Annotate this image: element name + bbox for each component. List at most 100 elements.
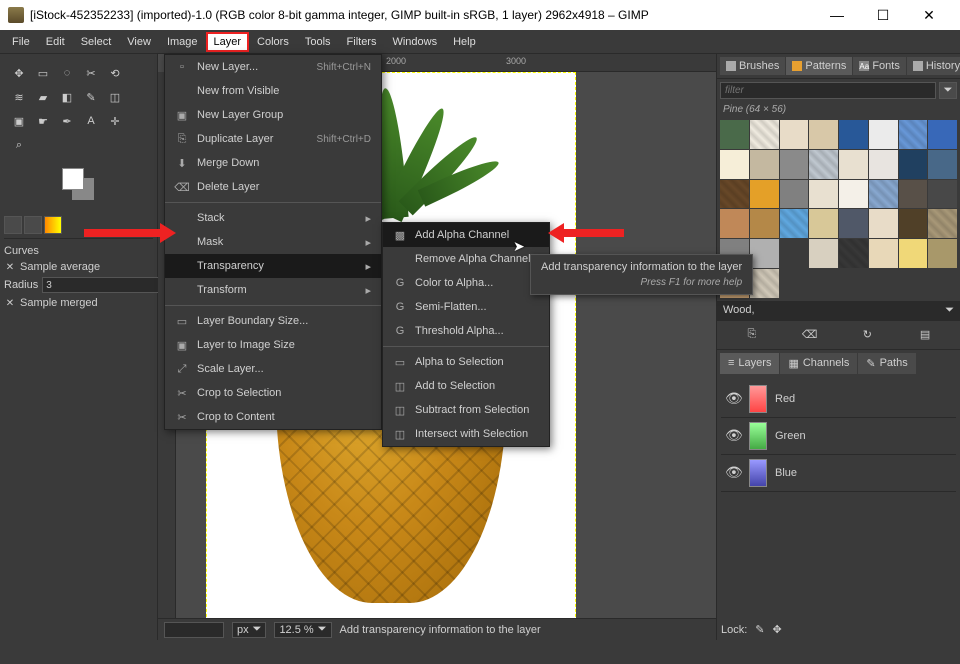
tab-fonts[interactable]: AaFonts — [853, 57, 906, 75]
pattern-swatch[interactable] — [899, 209, 928, 238]
tool-pencil[interactable]: ✎ — [80, 86, 102, 108]
menu-add-to-selection[interactable]: ◫Add to Selection — [383, 374, 549, 398]
refresh-icon[interactable]: ↻ — [857, 327, 877, 343]
menu-file[interactable]: File — [4, 32, 38, 52]
menu-image[interactable]: Image — [159, 32, 206, 52]
menu-subtract-from-selection[interactable]: ◫Subtract from Selection — [383, 398, 549, 422]
pattern-swatch[interactable] — [780, 239, 809, 268]
pattern-swatch[interactable] — [869, 209, 898, 238]
pattern-swatch[interactable] — [809, 209, 838, 238]
tool-crop[interactable]: ✂ — [80, 62, 102, 84]
pattern-swatch[interactable] — [750, 180, 779, 209]
delete-icon[interactable]: ⌫ — [800, 327, 820, 343]
pattern-swatch[interactable] — [809, 150, 838, 179]
pattern-swatch[interactable] — [899, 180, 928, 209]
menu-to-image[interactable]: ▣Layer to Image Size — [165, 333, 381, 357]
pattern-swatch[interactable] — [809, 180, 838, 209]
duplicate-icon[interactable]: ⎘ — [742, 327, 762, 343]
pattern-swatch[interactable] — [720, 209, 749, 238]
pattern-swatch[interactable] — [720, 120, 749, 149]
tool-move[interactable]: ✥ — [8, 62, 30, 84]
visibility-icon[interactable]: 👁 — [725, 464, 741, 481]
sample-merged-check[interactable]: ✕Sample merged — [4, 297, 153, 309]
pattern-swatch[interactable] — [780, 150, 809, 179]
pattern-swatch[interactable] — [839, 239, 868, 268]
pattern-swatch[interactable] — [780, 120, 809, 149]
menu-windows[interactable]: Windows — [384, 32, 445, 52]
tool-zoom[interactable]: ⌕ — [8, 134, 30, 156]
pattern-swatch[interactable] — [839, 180, 868, 209]
tool-gradient[interactable]: ◧ — [56, 86, 78, 108]
pattern-swatch[interactable] — [899, 150, 928, 179]
menu-help[interactable]: Help — [445, 32, 484, 52]
pattern-swatch[interactable] — [839, 120, 868, 149]
pattern-swatch[interactable] — [780, 180, 809, 209]
pattern-swatch[interactable] — [899, 120, 928, 149]
menu-color-to-alpha[interactable]: GColor to Alpha... — [383, 271, 549, 295]
unit-select[interactable]: px ⏷ — [232, 622, 266, 638]
tool-path[interactable]: ✒ — [56, 110, 78, 132]
pattern-swatch[interactable] — [928, 150, 957, 179]
menu-colors[interactable]: Colors — [249, 32, 297, 52]
color-swatches[interactable] — [54, 168, 104, 208]
menu-view[interactable]: View — [119, 32, 159, 52]
pattern-swatch[interactable] — [750, 239, 779, 268]
menu-new-from-visible[interactable]: New from Visible — [165, 79, 381, 103]
zoom-select[interactable]: 12.5 % ⏷ — [274, 622, 331, 638]
menu-filters[interactable]: Filters — [339, 32, 385, 52]
menu-alpha-to-selection[interactable]: ▭Alpha to Selection — [383, 350, 549, 374]
lock-pixels-icon[interactable]: ✎ — [755, 623, 764, 636]
filter-dropdown[interactable]: ⏷ — [939, 82, 957, 99]
pattern-swatch[interactable] — [928, 209, 957, 238]
menu-duplicate[interactable]: ⎘Duplicate LayerShift+Ctrl+D — [165, 127, 381, 151]
close-button[interactable]: ✕ — [906, 0, 952, 30]
pattern-swatch[interactable] — [750, 150, 779, 179]
pattern-swatch[interactable] — [780, 209, 809, 238]
tool-opt-tab[interactable] — [4, 216, 22, 234]
tool-rect-select[interactable]: ▭ — [32, 62, 54, 84]
menu-crop-content[interactable]: ✂Crop to Content — [165, 405, 381, 429]
tab-history[interactable]: History — [907, 57, 960, 75]
menu-tools[interactable]: Tools — [297, 32, 339, 52]
pattern-swatch[interactable] — [720, 180, 749, 209]
tool-rotate[interactable]: ⟲ — [104, 62, 126, 84]
menu-new-layer[interactable]: ▫New Layer...Shift+Ctrl+N — [165, 55, 381, 79]
tab-paths[interactable]: ✎Paths — [858, 353, 915, 374]
tool-warp[interactable]: ≋ — [8, 86, 30, 108]
pattern-swatch[interactable] — [750, 120, 779, 149]
menu-scale[interactable]: ⤢Scale Layer... — [165, 357, 381, 381]
pattern-swatch[interactable] — [869, 120, 898, 149]
tool-eraser[interactable]: ◫ — [104, 86, 126, 108]
visibility-icon[interactable]: 👁 — [725, 390, 741, 407]
pattern-swatch[interactable] — [809, 239, 838, 268]
pattern-swatch[interactable] — [869, 239, 898, 268]
tool-bucket[interactable]: ▰ — [32, 86, 54, 108]
tool-free-select[interactable]: ◌ — [56, 62, 78, 84]
pattern-swatch[interactable] — [750, 209, 779, 238]
pattern-swatch[interactable] — [750, 269, 779, 298]
tab-layers[interactable]: ≡Layers — [720, 353, 779, 374]
pattern-swatch[interactable] — [839, 209, 868, 238]
menu-layer[interactable]: Layer — [206, 32, 250, 52]
minimize-button[interactable]: — — [814, 0, 860, 30]
menu-stack[interactable]: Stack▸ — [165, 206, 381, 230]
layer-row[interactable]: 👁Red — [721, 381, 956, 418]
lock-position-icon[interactable]: ✥ — [773, 623, 782, 636]
tool-text[interactable]: A — [80, 110, 102, 132]
menu-new-group[interactable]: ▣New Layer Group — [165, 103, 381, 127]
tool-picker[interactable]: ✛ — [104, 110, 126, 132]
visibility-icon[interactable]: 👁 — [725, 427, 741, 444]
pattern-swatch[interactable] — [928, 180, 957, 209]
open-icon[interactable]: ▤ — [915, 327, 935, 343]
pattern-swatch[interactable] — [869, 180, 898, 209]
pattern-swatch[interactable] — [928, 120, 957, 149]
menu-edit[interactable]: Edit — [38, 32, 73, 52]
tool-opt-tab[interactable] — [44, 216, 62, 234]
pattern-swatch[interactable] — [809, 120, 838, 149]
menu-mask[interactable]: Mask▸ — [165, 230, 381, 254]
tool-opt-tab[interactable] — [24, 216, 42, 234]
tool-smudge[interactable]: ☛ — [32, 110, 54, 132]
sample-average-check[interactable]: ✕Sample average — [4, 261, 153, 273]
pattern-swatch[interactable] — [928, 239, 957, 268]
layer-row[interactable]: 👁Blue — [721, 455, 956, 492]
